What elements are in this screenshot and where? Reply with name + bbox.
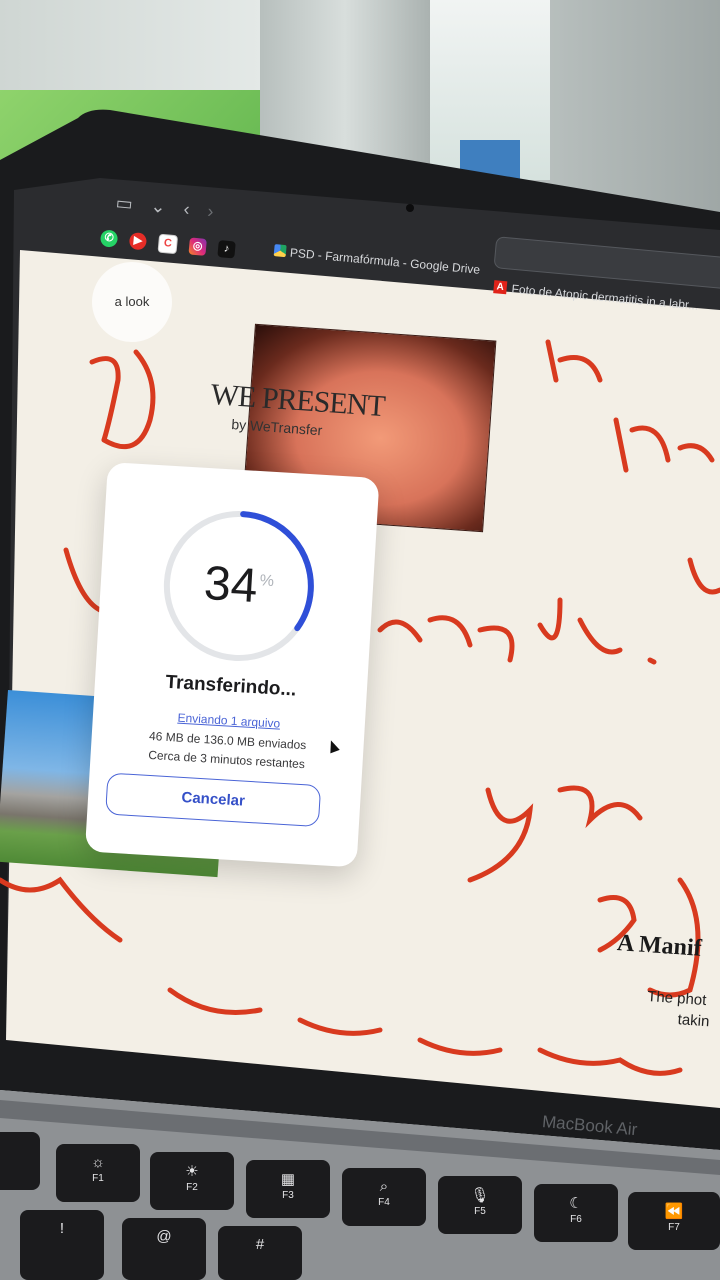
brightness-up-icon: ☀ xyxy=(185,1163,199,1180)
key-f7[interactable]: ⏪ F7 xyxy=(628,1192,720,1250)
key-label: F2 xyxy=(186,1182,198,1193)
key-f4[interactable]: ⌕ F4 xyxy=(342,1168,426,1226)
progress-value: 34 xyxy=(202,556,260,614)
moon-icon: ☾ xyxy=(569,1195,583,1212)
mission-control-icon: ▦ xyxy=(280,1171,296,1188)
manifesto-line: takin xyxy=(677,1011,710,1031)
key-label: F3 xyxy=(282,1190,294,1201)
key-label: F4 xyxy=(378,1197,390,1208)
key-symbol: ! xyxy=(59,1220,65,1237)
percent-sign: % xyxy=(259,572,275,591)
sidebar-toggle-icon[interactable]: ▭ xyxy=(115,193,134,214)
youtube-icon[interactable]: ▶ xyxy=(128,231,148,251)
key-f6[interactable]: ☾ F6 xyxy=(534,1184,618,1242)
manifesto-line: The phot xyxy=(646,987,707,1010)
key-1[interactable]: ! xyxy=(20,1210,104,1280)
tab-adobe-stock[interactable]: Foto de Atopic dermatitis in a labr... xyxy=(511,282,699,313)
key-f5[interactable]: 🎙 F5 xyxy=(438,1176,522,1234)
key-label: F5 xyxy=(474,1206,486,1217)
cancel-button[interactable]: Cancelar xyxy=(105,772,322,828)
key-2[interactable]: @ xyxy=(122,1218,206,1280)
key-f1[interactable]: ☼ F1 xyxy=(56,1144,140,1202)
forward-arrow-icon[interactable]: › xyxy=(207,201,215,221)
canva-icon[interactable]: C xyxy=(157,233,179,255)
key-3[interactable]: # xyxy=(218,1226,302,1280)
rewind-icon: ⏪ xyxy=(664,1203,684,1220)
whatsapp-icon[interactable]: ✆ xyxy=(99,229,119,248)
tiktok-icon[interactable]: ♪ xyxy=(217,240,236,259)
brightness-down-icon: ☼ xyxy=(91,1154,105,1171)
google-drive-icon xyxy=(273,244,287,258)
manifesto-title: A Manif xyxy=(616,930,703,962)
transfer-title: Transferindo... xyxy=(164,671,297,701)
chevron-down-icon[interactable]: ⌄ xyxy=(150,196,167,217)
back-arrow-icon[interactable]: ‹ xyxy=(183,199,191,219)
key-f3[interactable]: ▦ F3 xyxy=(246,1160,330,1218)
favorites-bar: ✆ ▶ C ◎ ♪ xyxy=(99,228,236,259)
search-icon: ⌕ xyxy=(379,1178,389,1195)
transfer-dialog: 34% Transferindo... Enviando 1 arquivo 4… xyxy=(84,462,380,868)
key-escape[interactable] xyxy=(0,1132,40,1190)
key-label: F1 xyxy=(92,1173,104,1184)
adobe-icon: A xyxy=(493,280,508,295)
key-label: F7 xyxy=(668,1222,680,1233)
progress-percent: 34% xyxy=(157,553,320,617)
instagram-icon[interactable]: ◎ xyxy=(188,237,207,256)
key-symbol: # xyxy=(255,1236,265,1253)
tab-google-drive[interactable]: PSD - Farmafórmula - Google Drive xyxy=(289,246,480,277)
microphone-icon: 🎙 xyxy=(470,1187,490,1204)
key-label: F6 xyxy=(570,1214,582,1225)
key-f2[interactable]: ☀ F2 xyxy=(150,1152,234,1210)
manifesto-text: The phot takin xyxy=(645,986,711,1032)
look-chip[interactable]: a look xyxy=(92,262,172,342)
keyboard: ☼ F1 ☀ F2 ▦ F3 ⌕ F4 🎙 F5 ☾ F6 ⏪ F7 ! @ # xyxy=(0,1110,720,1280)
key-symbol: @ xyxy=(156,1228,172,1245)
